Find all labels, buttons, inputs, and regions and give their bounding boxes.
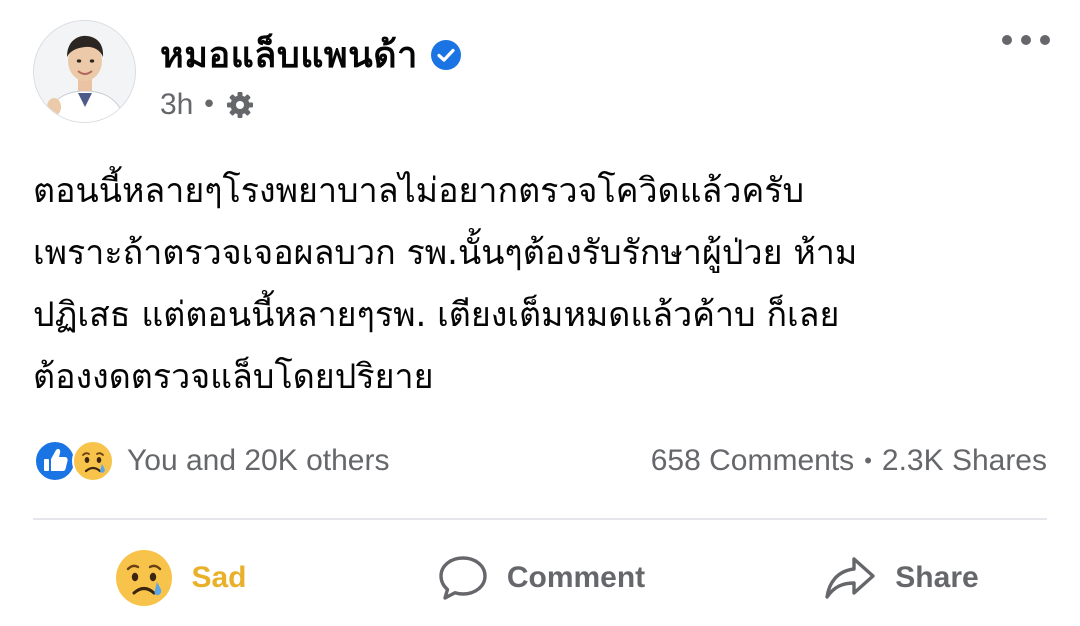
meta-separator: • bbox=[201, 90, 217, 120]
sad-face-icon bbox=[72, 440, 114, 482]
post-timestamp[interactable]: 3h bbox=[160, 88, 193, 122]
action-bar: Sad Comment Share bbox=[0, 536, 1080, 620]
share-button[interactable]: Share bbox=[720, 536, 1080, 620]
comment-icon bbox=[439, 556, 487, 600]
reaction-label: Sad bbox=[191, 561, 247, 594]
reaction-button[interactable]: Sad bbox=[0, 536, 360, 620]
comment-button[interactable]: Comment bbox=[360, 536, 720, 620]
divider bbox=[33, 518, 1047, 520]
more-dot-icon bbox=[1002, 35, 1012, 45]
verified-badge-icon bbox=[430, 39, 461, 70]
sad-face-icon bbox=[116, 550, 173, 606]
post-text: ตอนนี้หลายๆโรงพยาบาลไม่อยากตรวจโควิดแล้ว… bbox=[33, 160, 1048, 408]
more-dot-icon bbox=[1021, 35, 1031, 45]
share-label: Share bbox=[895, 561, 979, 594]
post-line: เพราะถ้าตรวจเจอผลบวก รพ.นั้นๆต้องรับรักษ… bbox=[33, 233, 858, 273]
reactions-count[interactable]: You and 20K others bbox=[127, 444, 389, 478]
more-options-button[interactable] bbox=[1002, 24, 1050, 56]
engagement-counts: 658 Comments • 2.3K Shares bbox=[651, 444, 1047, 478]
post-line: ตอนนี้หลายๆโรงพยาบาลไม่อยากตรวจโควิดแล้ว… bbox=[33, 171, 805, 211]
avatar[interactable] bbox=[33, 20, 136, 123]
reaction-summary[interactable] bbox=[33, 439, 115, 483]
stats-separator: • bbox=[864, 448, 872, 473]
author-name[interactable]: หมอแล็บแพนด้า bbox=[160, 26, 418, 83]
post-line: ต้องงดตรวจแล็บโดยปริยาย bbox=[33, 357, 434, 397]
post-stats: You and 20K others 658 Comments • 2.3K S… bbox=[33, 436, 1047, 486]
comments-count[interactable]: 658 Comments bbox=[651, 444, 854, 478]
post-meta: 3h • bbox=[160, 88, 255, 122]
share-icon bbox=[825, 557, 875, 599]
more-dot-icon bbox=[1040, 35, 1050, 45]
profile-photo bbox=[34, 21, 135, 122]
post-line: ปฏิเสธ แต่ตอนนี้หลายๆรพ. เตียงเต็มหมดแล้… bbox=[33, 295, 840, 335]
post-header: หมอแล็บแพนด้า bbox=[160, 26, 462, 83]
gear-icon[interactable] bbox=[225, 90, 255, 120]
comment-label: Comment bbox=[506, 561, 646, 594]
shares-count[interactable]: 2.3K Shares bbox=[882, 444, 1047, 478]
